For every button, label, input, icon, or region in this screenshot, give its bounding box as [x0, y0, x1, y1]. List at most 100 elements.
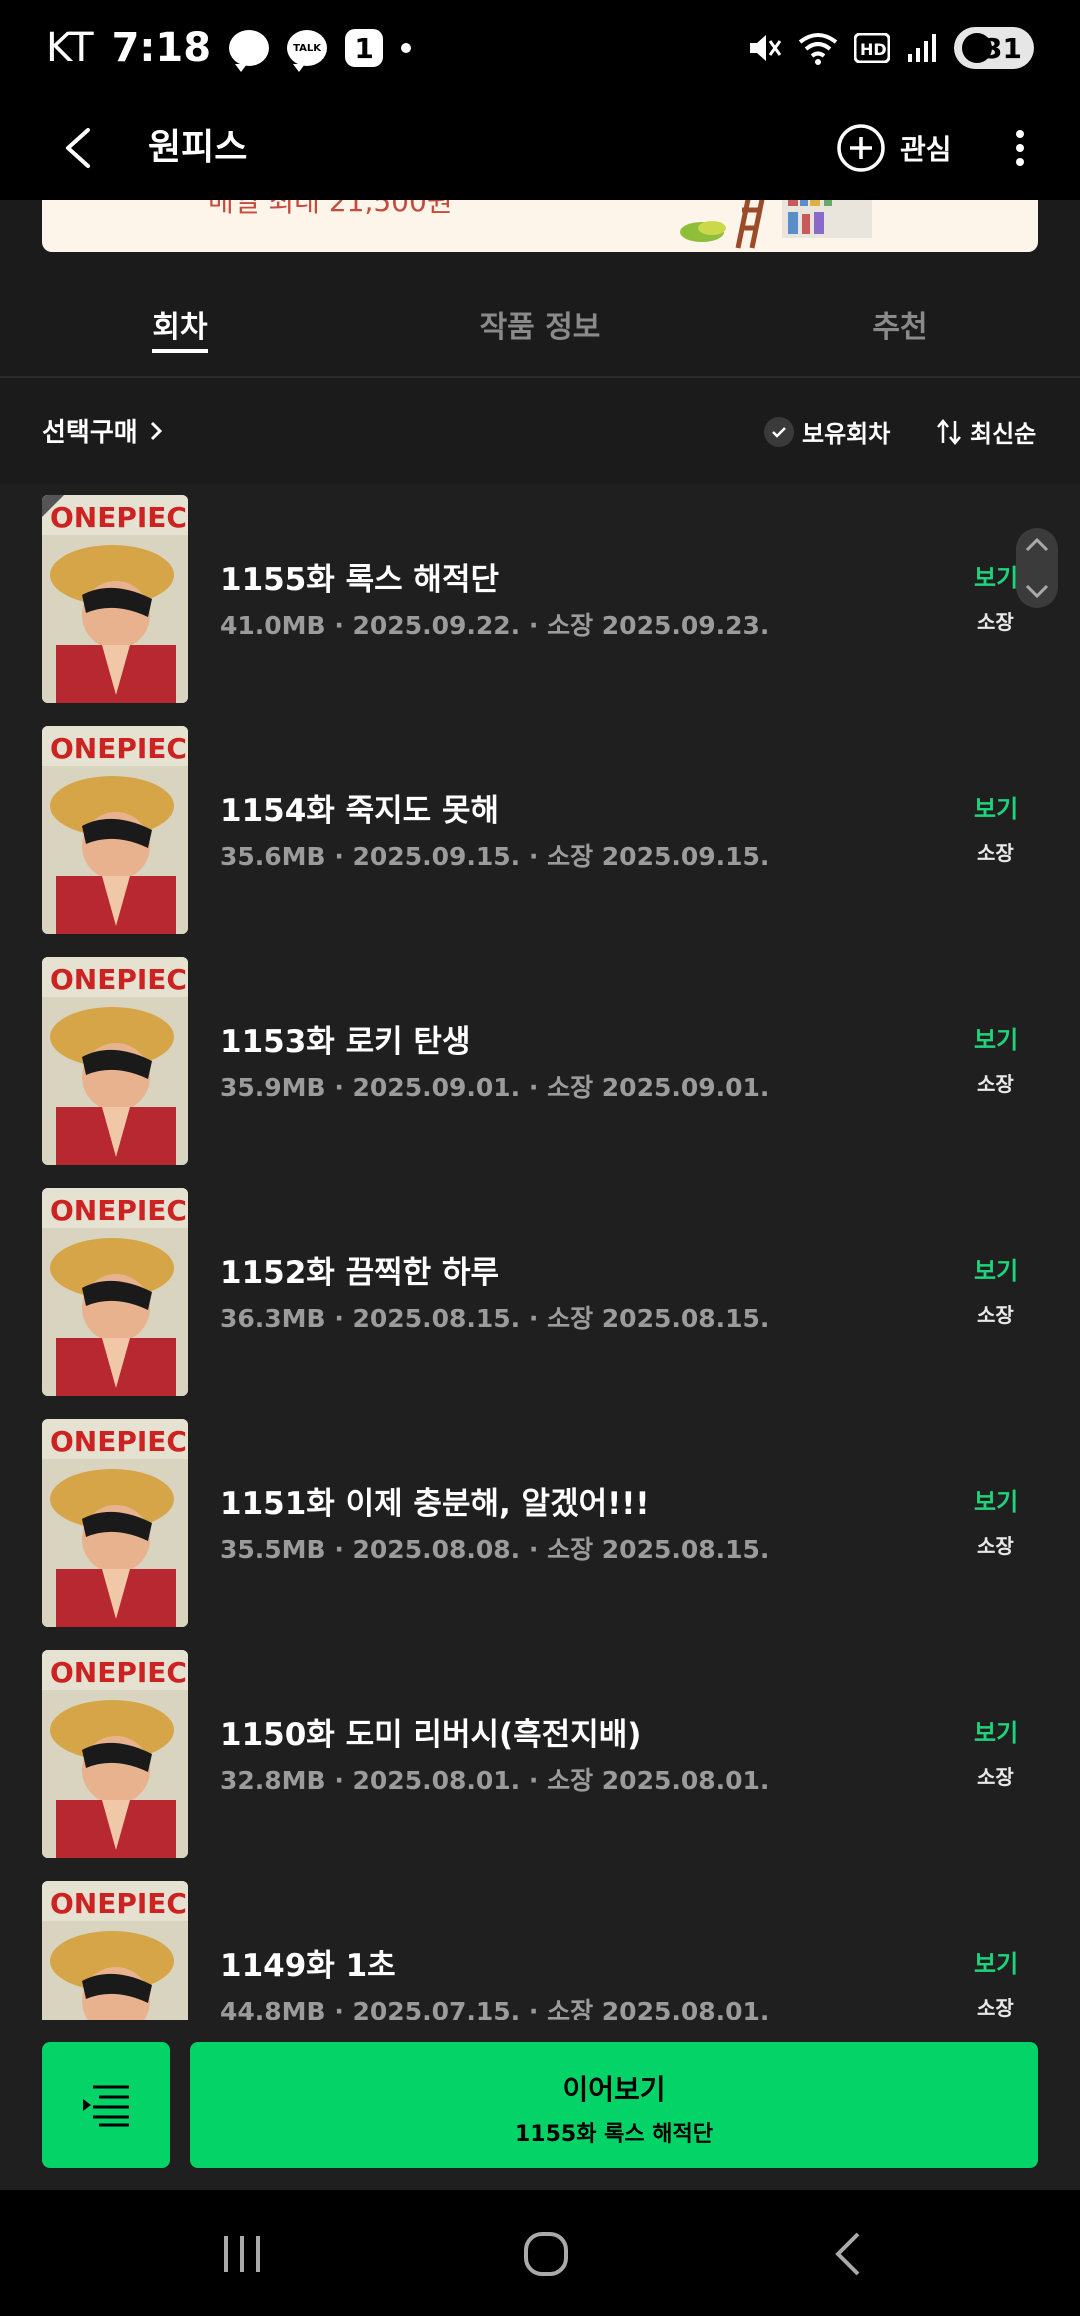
more-notifications-dot [401, 43, 412, 53]
more-options-button[interactable] [1000, 116, 1040, 180]
continue-reading-button[interactable]: 이어보기 1155화 록스 해적단 [190, 2042, 1038, 2168]
episode-thumbnail: ONEPIECE [42, 1650, 188, 1858]
continue-label: 이어보기 [562, 2073, 666, 2106]
episode-thumbnail: ONEPIECE [42, 726, 188, 934]
episode-title: 1155화 록스 해적단 [220, 562, 499, 598]
sort-button[interactable]: 최신순 [934, 414, 1036, 449]
system-back-button[interactable] [818, 2222, 882, 2286]
episode-title: 1149화 1초 [220, 1948, 396, 1984]
tab-bar: 회차 작품 정보 추천 [0, 278, 1080, 378]
tab-recommend[interactable]: 추천 [780, 302, 1020, 346]
svg-text:ONEPIECE: ONEPIECE [50, 963, 188, 996]
episode-meta: 35.6MB · 2025.09.15. · 소장 2025.09.15. [220, 842, 770, 871]
app-header: 원피스 관심 [0, 96, 1080, 200]
status-bar: KT 7:18 TALK 1 HD 31 [0, 0, 1080, 96]
episode-thumbnail: ONEPIECE [42, 1419, 188, 1627]
home-icon [524, 2232, 568, 2276]
check-icon [764, 416, 794, 447]
episode-title: 1151화 이제 충분해, 알겠어!!! [220, 1486, 650, 1522]
episode-row[interactable]: ONEPIECE 1149화 1초 44.8MB · 2025.07.15. ·… [0, 1870, 1080, 2020]
episode-meta: 35.9MB · 2025.09.01. · 소장 2025.09.01. [220, 1073, 770, 1102]
view-button[interactable]: 보기 [974, 1713, 1018, 1748]
hd-voice-icon: HD [854, 33, 890, 63]
tab-work-info-label: 작품 정보 [479, 310, 601, 345]
episode-thumbnail: ONEPIECE [42, 957, 188, 1165]
episode-meta: 44.8MB · 2025.07.15. · 소장 2025.08.01. [220, 1997, 770, 2020]
episode-toolbar: 선택구매 보유회차 최신순 [0, 380, 1080, 484]
episode-title: 1152화 끔찍한 하루 [220, 1255, 499, 1291]
owned-filter-toggle[interactable]: 보유회차 [764, 414, 890, 449]
episode-meta: 35.5MB · 2025.08.08. · 소장 2025.08.15. [220, 1535, 770, 1564]
select-buy-button[interactable]: 선택구매 [42, 412, 166, 449]
view-button[interactable]: 보기 [974, 1944, 1018, 1979]
episode-title: 1150화 도미 리버시(흑전지배) [220, 1717, 642, 1753]
owned-filter-label: 보유회차 [802, 420, 891, 448]
view-button[interactable]: 보기 [974, 558, 1018, 593]
episode-thumbnail: ONEPIECE [42, 495, 188, 703]
episode-row[interactable]: ONEPIECE 1150화 도미 리버시(흑전지배) 32.8MB · 202… [0, 1639, 1080, 1870]
signal-icon [908, 34, 936, 62]
list-icon [83, 2085, 129, 2127]
bottom-action-bar: 이어보기 1155화 록스 해적단 [0, 2020, 1080, 2190]
episode-thumbnail: ONEPIECE [42, 1881, 188, 2020]
episode-row[interactable]: ONEPIECE 1153화 로키 탄생 35.9MB · 2025.09.01… [0, 946, 1080, 1177]
episode-row[interactable]: ONEPIECE 1151화 이제 충분해, 알겠어!!! 35.5MB · 2… [0, 1408, 1080, 1639]
episode-meta: 32.8MB · 2025.08.01. · 소장 2025.08.01. [220, 1766, 770, 1795]
tab-work-info[interactable]: 작품 정보 [420, 302, 660, 346]
scroll-handle[interactable] [1016, 528, 1058, 608]
back-arrow-icon [835, 2232, 860, 2276]
banner-text: 매열 최대 21,500원 [208, 200, 453, 218]
more-vertical-icon [1016, 130, 1024, 166]
view-button[interactable]: 보기 [974, 789, 1018, 824]
notification-count-badge: 1 [345, 29, 384, 67]
tab-recommend-label: 추천 [872, 310, 928, 345]
episode-row[interactable]: ONEPIECE 1155화 록스 해적단 41.0MB · 2025.09.2… [0, 484, 1080, 715]
tab-episodes[interactable]: 회차 [60, 302, 300, 353]
sort-arrows-icon [937, 418, 961, 445]
chevron-up-down-icon [1025, 537, 1049, 599]
message-notification-icon [229, 30, 270, 72]
talk-notification-icon: TALK [287, 30, 328, 72]
owned-label: 소장 [977, 1996, 1014, 2020]
system-nav-bar [0, 2190, 1080, 2316]
svg-text:ONEPIECE: ONEPIECE [50, 1194, 188, 1227]
view-button[interactable]: 보기 [974, 1251, 1018, 1286]
episode-list-button[interactable] [42, 2042, 170, 2168]
svg-text:ONEPIECE: ONEPIECE [50, 732, 188, 765]
view-button[interactable]: 보기 [974, 1482, 1018, 1517]
favorite-button[interactable]: 관심 [836, 110, 952, 186]
svg-text:ONEPIECE: ONEPIECE [50, 501, 188, 534]
mute-icon [750, 35, 782, 61]
battery-saver-icon [962, 33, 992, 63]
page-title: 원피스 [148, 127, 248, 168]
clock: 7:18 [111, 25, 212, 71]
owned-label: 소장 [977, 841, 1014, 865]
sort-label: 최신순 [970, 420, 1037, 448]
owned-label: 소장 [977, 1303, 1014, 1327]
episode-title: 1153화 로키 탄생 [220, 1024, 471, 1060]
owned-label: 소장 [977, 1072, 1014, 1096]
back-button[interactable] [50, 116, 110, 180]
battery-indicator: 31 [954, 27, 1034, 69]
svg-text:HD: HD [860, 40, 887, 59]
owned-label: 소장 [977, 1534, 1014, 1558]
promo-banner[interactable]: 매열 최대 21,500원 [42, 200, 1038, 252]
chevron-left-icon [66, 128, 90, 168]
episode-row[interactable]: ONEPIECE 1154화 죽지도 못해 35.6MB · 2025.09.1… [0, 715, 1080, 946]
recent-apps-icon [224, 2236, 260, 2272]
owned-label: 소장 [977, 1765, 1014, 1789]
chevron-right-icon [150, 421, 162, 440]
favorite-label: 관심 [900, 133, 952, 166]
wifi-icon [798, 33, 838, 65]
episode-row[interactable]: ONEPIECE 1152화 끔찍한 하루 36.3MB · 2025.08.1… [0, 1177, 1080, 1408]
svg-text:ONEPIECE: ONEPIECE [50, 1656, 188, 1689]
svg-text:ONEPIECE: ONEPIECE [50, 1425, 188, 1458]
home-button[interactable] [514, 2222, 578, 2286]
episode-meta: 36.3MB · 2025.08.15. · 소장 2025.08.15. [220, 1304, 770, 1333]
recent-apps-button[interactable] [210, 2222, 274, 2286]
carrier-label: KT [46, 25, 94, 71]
svg-text:ONEPIECE: ONEPIECE [50, 1887, 188, 1920]
episode-thumbnail: ONEPIECE [42, 1188, 188, 1396]
view-button[interactable]: 보기 [974, 1020, 1018, 1055]
episode-list: ONEPIECE 1155화 록스 해적단 41.0MB · 2025.09.2… [0, 484, 1080, 2020]
